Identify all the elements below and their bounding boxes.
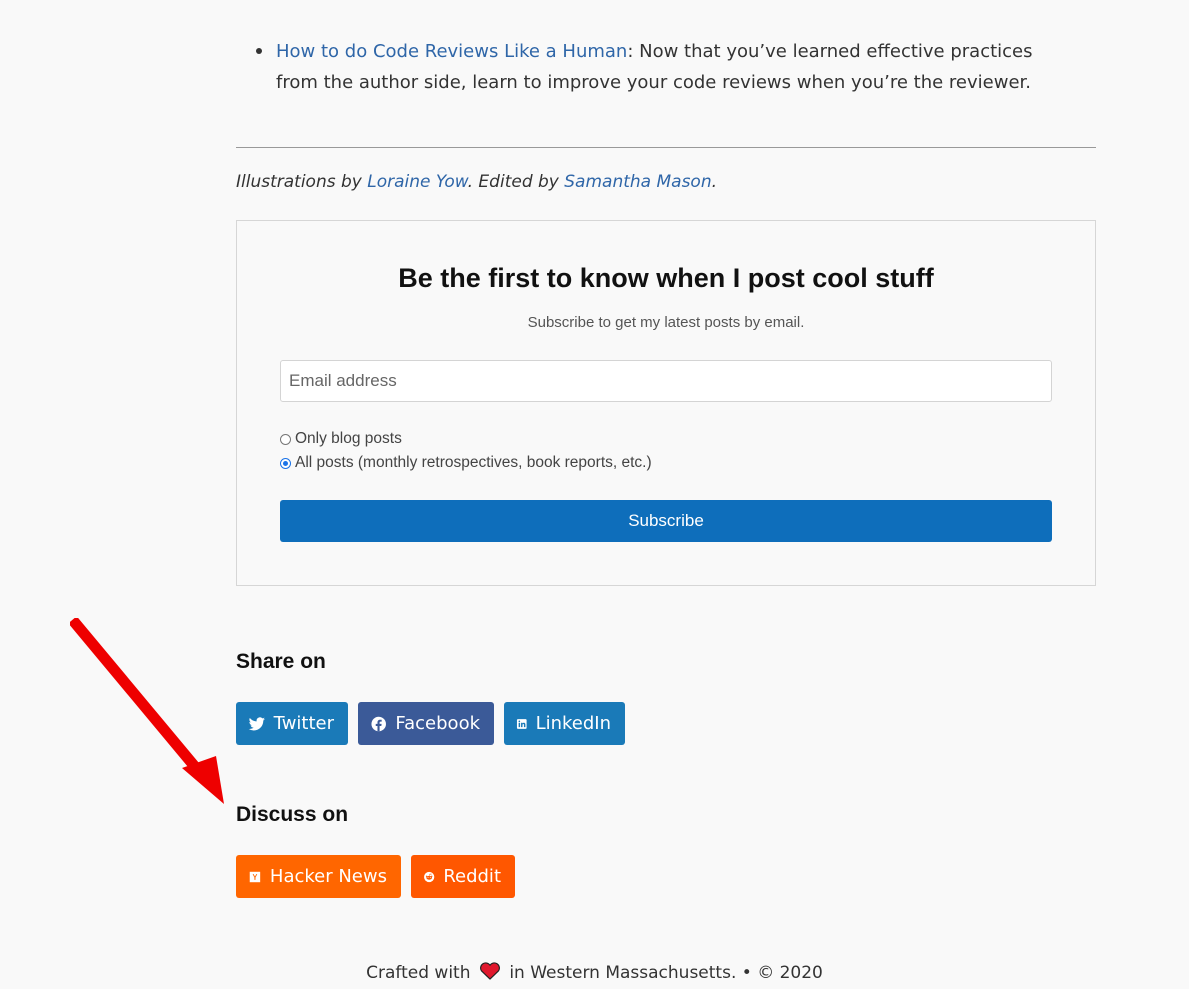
email-field[interactable] xyxy=(280,360,1052,402)
share-linkedin-button[interactable]: LinkedIn xyxy=(504,702,625,745)
related-post-link[interactable]: How to do Code Reviews Like a Human xyxy=(276,41,627,62)
share-heading: Share on xyxy=(236,650,326,673)
heart-icon xyxy=(479,962,500,980)
subscribe-title: Be the first to know when I post cool st… xyxy=(398,263,934,293)
facebook-icon xyxy=(371,716,386,731)
credits-suffix: . xyxy=(711,172,718,192)
illustrator-link[interactable]: Loraine Yow xyxy=(367,172,467,192)
discuss-reddit-label: Reddit xyxy=(443,866,501,887)
radio-button[interactable] xyxy=(280,433,291,445)
credits-prefix: Illustrations by xyxy=(236,172,368,192)
subscribe-button[interactable]: Subscribe xyxy=(280,500,1052,542)
subscribe-subtitle: Subscribe to get my latest posts by emai… xyxy=(527,314,805,331)
radio-label: Only blog posts xyxy=(295,430,402,447)
radio-only-blog-posts[interactable]: Only blog posts xyxy=(280,430,402,448)
discuss-buttons: Hacker News Reddit xyxy=(236,855,515,898)
radio-button-checked[interactable] xyxy=(280,457,291,469)
footer: Crafted with in Western Massachusetts. •… xyxy=(0,962,1189,983)
footer-prefix: Crafted with xyxy=(366,963,471,983)
linkedin-icon xyxy=(516,718,527,729)
share-twitter-button[interactable]: Twitter xyxy=(236,702,348,745)
share-facebook-label: Facebook xyxy=(395,713,480,734)
discuss-reddit-button[interactable]: Reddit xyxy=(411,855,515,898)
divider xyxy=(236,147,1096,148)
red-arrow-annotation xyxy=(70,618,224,804)
discuss-heading: Discuss on xyxy=(236,803,349,826)
share-linkedin-label: LinkedIn xyxy=(535,713,611,734)
discuss-hacker-news-label: Hacker News xyxy=(269,866,387,887)
share-buttons: Twitter Facebook LinkedIn xyxy=(236,702,625,745)
reddit-icon xyxy=(424,871,435,882)
share-twitter-label: Twitter xyxy=(273,713,334,734)
hacker-news-icon xyxy=(249,871,261,882)
discuss-hacker-news-button[interactable]: Hacker News xyxy=(236,855,401,898)
twitter-icon xyxy=(248,716,265,730)
credits-line: Illustrations by Loraine Yow. Edited by … xyxy=(236,172,717,192)
subscribe-form: Be the first to know when I post cool st… xyxy=(236,220,1096,586)
list-item: How to do Code Reviews Like a Human: Now… xyxy=(256,36,1076,98)
credits-middle: . Edited by xyxy=(467,172,565,192)
share-facebook-button[interactable]: Facebook xyxy=(358,702,494,745)
radio-label: All posts (monthly retrospectives, book … xyxy=(295,454,652,471)
radio-all-posts[interactable]: All posts (monthly retrospectives, book … xyxy=(280,454,652,472)
footer-suffix: in Western Massachusetts. • © 2020 xyxy=(509,963,823,983)
editor-link[interactable]: Samantha Mason xyxy=(564,172,711,192)
related-posts-list: How to do Code Reviews Like a Human: Now… xyxy=(256,36,1076,98)
bullet xyxy=(256,48,262,54)
